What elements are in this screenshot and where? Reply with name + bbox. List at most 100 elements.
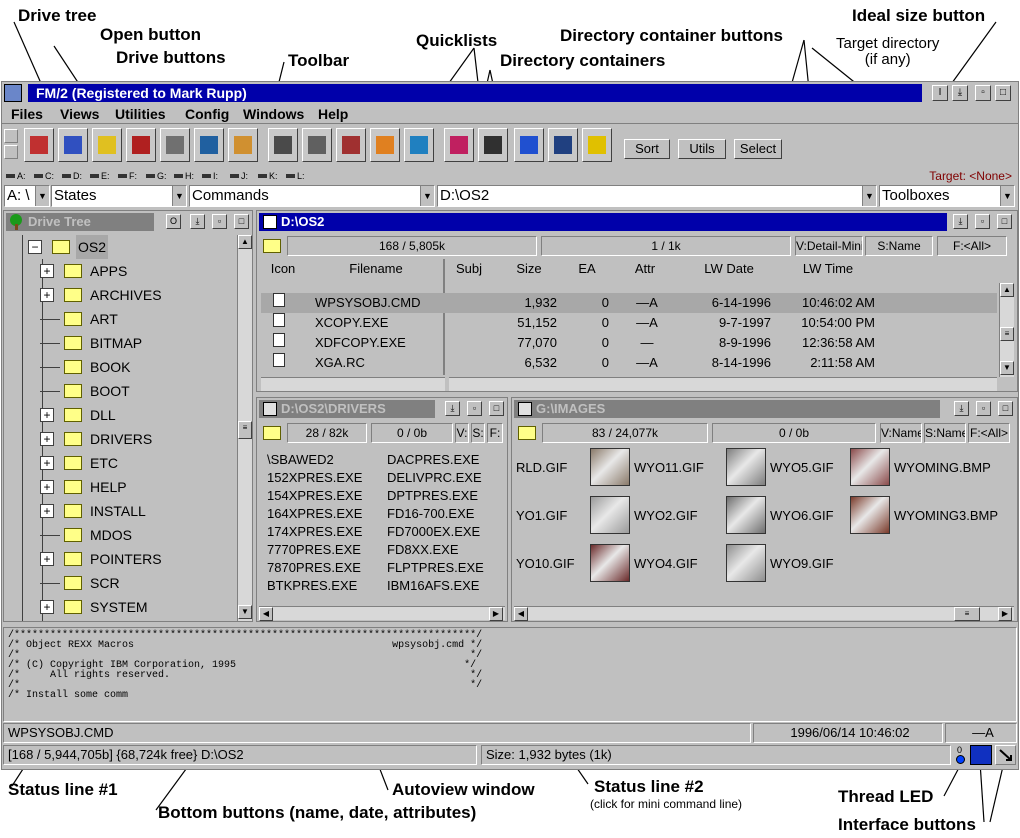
bottom-button-name[interactable]: WPSYSOBJ.CMD xyxy=(3,723,751,743)
maximize-icon[interactable]: □ xyxy=(995,85,1011,101)
sweep-icon[interactable] xyxy=(444,128,474,162)
image-name[interactable]: WYOMING3.BMP xyxy=(894,508,998,523)
image-thumbnail[interactable] xyxy=(726,496,766,534)
tree-item[interactable]: + APPS xyxy=(6,259,236,283)
bottom-button-date[interactable]: 1996/06/14 10:46:02 xyxy=(753,723,943,743)
detail-hscroll[interactable] xyxy=(449,377,997,391)
table-row[interactable]: WPSYSOBJ.CMD 1,932 0 —A 6-14-1996 10:46:02 AM xyxy=(261,293,997,313)
help-question-icon[interactable] xyxy=(92,128,122,162)
tree-item[interactable]: + ETC xyxy=(6,451,236,475)
list-item[interactable]: 164XPRES.EXE xyxy=(267,506,362,521)
list-item[interactable]: DPTPRES.EXE xyxy=(387,488,478,503)
drive-button-i[interactable]: I: xyxy=(202,171,218,181)
sort-field-button[interactable]: S: xyxy=(471,423,485,443)
box-icon[interactable] xyxy=(302,128,332,162)
drivers-file-list[interactable]: \SBAWED2 152XPRES.EXE 154XPRES.EXE 164XPRES… xyxy=(259,446,505,604)
minimize-icon[interactable]: ▫ xyxy=(975,85,991,101)
maximize-icon[interactable]: □ xyxy=(997,214,1012,229)
question-icon[interactable] xyxy=(582,128,612,162)
list-item[interactable]: FD7000EX.EXE xyxy=(387,524,480,539)
filter-button[interactable]: F:<All> xyxy=(937,236,1007,256)
col-icon[interactable]: Icon xyxy=(261,261,305,276)
scroll-thumb[interactable]: ≡ xyxy=(238,421,252,439)
chevron-down-icon[interactable]: ▼ xyxy=(420,186,434,206)
folder-icon[interactable] xyxy=(263,237,281,253)
minimize-icon[interactable]: ▫ xyxy=(976,401,991,416)
open-button[interactable]: O xyxy=(166,214,181,229)
expand-icon[interactable]: + xyxy=(40,504,54,518)
tree-item[interactable]: + DLL xyxy=(6,403,236,427)
settings-icon[interactable] xyxy=(548,128,578,162)
list-item[interactable]: \SBAWED2 xyxy=(267,452,334,467)
autoview-window[interactable]: /***************************************… xyxy=(3,627,1017,722)
image-name[interactable]: RLD.GIF xyxy=(516,460,567,475)
ideal-size-button[interactable]: I xyxy=(932,85,948,101)
drive-button-d[interactable]: D: xyxy=(62,171,82,181)
menu-windows[interactable]: Windows xyxy=(243,106,304,122)
drive-icon[interactable] xyxy=(194,128,224,162)
col-filename[interactable]: Filename xyxy=(311,261,441,276)
maximize-icon[interactable]: □ xyxy=(489,401,504,416)
image-thumbnail[interactable] xyxy=(726,448,766,486)
col-lw-time[interactable]: LW Time xyxy=(783,261,873,276)
list-item[interactable]: IBM16AFS.EXE xyxy=(387,578,479,593)
menu-files[interactable]: Files xyxy=(11,106,43,122)
drivers-hscroll[interactable]: ◀ ▶ xyxy=(259,606,505,621)
container-system-icon[interactable] xyxy=(263,402,277,416)
chevron-down-icon[interactable]: ▼ xyxy=(35,186,49,206)
image-thumbnail[interactable] xyxy=(726,544,766,582)
image-thumbnail[interactable] xyxy=(590,448,630,486)
select-button[interactable]: Select xyxy=(734,139,782,159)
col-subj[interactable]: Subj xyxy=(449,261,489,276)
hide-icon[interactable]: ⤓ xyxy=(954,401,969,416)
image-thumbnail[interactable] xyxy=(850,496,890,534)
col-attr[interactable]: Attr xyxy=(623,261,667,276)
info-icon[interactable] xyxy=(58,128,88,162)
scroll-up-icon[interactable]: ▲ xyxy=(1000,283,1014,297)
minimize-icon[interactable]: ▫ xyxy=(975,214,990,229)
table-row[interactable]: XGA.RC 6,532 0 —A 8-14-1996 2:11:58 AM xyxy=(261,353,997,373)
list-item[interactable]: FLPTPRES.EXE xyxy=(387,560,484,575)
scroll-right-icon[interactable]: ▶ xyxy=(489,607,503,621)
eye-icon[interactable] xyxy=(24,128,54,162)
sort-button[interactable]: Sort xyxy=(624,139,670,159)
scroll-right-icon[interactable]: ▶ xyxy=(998,607,1012,621)
list-item[interactable]: BTKPRES.EXE xyxy=(267,578,357,593)
list-item[interactable]: 152XPRES.EXE xyxy=(267,470,362,485)
tree-item[interactable]: ART xyxy=(6,307,236,331)
status-line-2[interactable]: Size: 1,932 bytes (1k) xyxy=(481,745,951,765)
windows-icon[interactable] xyxy=(514,128,544,162)
target-directory[interactable]: Target: <None> xyxy=(929,169,1012,183)
container-system-icon[interactable] xyxy=(263,215,277,229)
toolbar-scroll-down-icon[interactable] xyxy=(4,145,18,159)
view-button[interactable]: V: xyxy=(455,423,469,443)
menu-utilities[interactable]: Utilities xyxy=(115,106,166,122)
image-name[interactable]: WYO9.GIF xyxy=(770,556,834,571)
tree-item[interactable]: + ARCHIVES xyxy=(6,283,236,307)
col-size[interactable]: Size xyxy=(499,261,559,276)
sort-field-button[interactable]: S:Name xyxy=(924,423,966,443)
tree-item[interactable]: + DRIVERS xyxy=(6,427,236,451)
resize-icon[interactable] xyxy=(995,745,1016,765)
app-icon[interactable] xyxy=(4,84,22,102)
collapse-icon[interactable]: − xyxy=(28,240,42,254)
move-truck-icon[interactable] xyxy=(228,128,258,162)
folder-icon[interactable] xyxy=(263,424,281,440)
menu-views[interactable]: Views xyxy=(60,106,99,122)
image-thumbnail[interactable] xyxy=(590,496,630,534)
chevron-down-icon[interactable]: ▼ xyxy=(1000,186,1014,206)
door-icon[interactable] xyxy=(336,128,366,162)
scroll-up-icon[interactable]: ▲ xyxy=(238,235,252,249)
maximize-icon[interactable]: □ xyxy=(234,214,249,229)
list-item[interactable]: 7870PRES.EXE xyxy=(267,560,361,575)
chevron-down-icon[interactable]: ▼ xyxy=(172,186,186,206)
delete-trash-icon[interactable] xyxy=(126,128,156,162)
view-button[interactable]: V:Detail-Mini xyxy=(795,236,863,256)
tree-item[interactable]: + POINTERS xyxy=(6,547,236,571)
expand-icon[interactable]: + xyxy=(40,264,54,278)
tree-item[interactable]: BITMAP xyxy=(6,331,236,355)
drive-tree-title[interactable]: Drive Tree xyxy=(6,213,154,231)
commands-quicklist[interactable]: Commands ▼ xyxy=(189,185,435,207)
sort-field-button[interactable]: S:Name xyxy=(865,236,933,256)
drive-button-f[interactable]: F: xyxy=(118,171,137,181)
